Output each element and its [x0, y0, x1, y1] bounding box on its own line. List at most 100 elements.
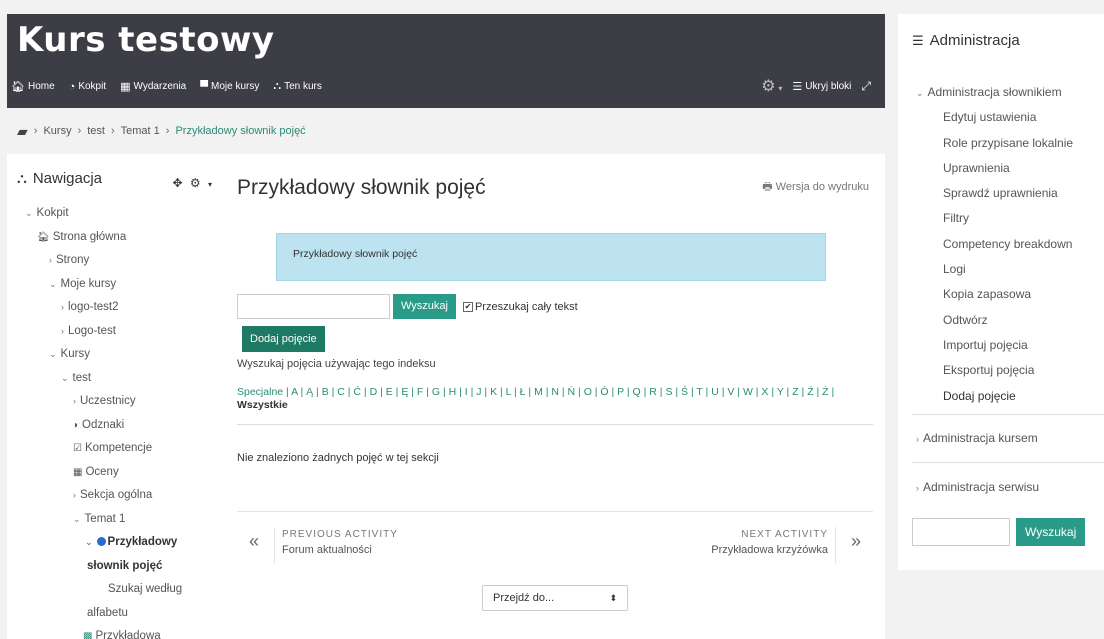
nav-item-courses[interactable]: ⌄ Kursy	[7, 343, 226, 367]
nav-my-courses[interactable]: ▀ Moje kursy	[200, 80, 259, 93]
letter-link[interactable]: H	[449, 386, 457, 398]
home-icon: 🏠︎	[11, 81, 25, 93]
nav-dashboard[interactable]: ◔ Kokpit	[69, 80, 106, 93]
admin-search-input[interactable]	[912, 518, 1010, 546]
letter-link[interactable]: W	[743, 386, 753, 398]
nav-item-browse-alpha-cont[interactable]: alfabetu	[7, 602, 226, 626]
add-entry-button[interactable]: Dodaj pojęcie	[242, 326, 325, 352]
letter-link[interactable]: G	[432, 386, 440, 398]
letter-link[interactable]: M	[534, 386, 543, 398]
letter-link[interactable]: B	[322, 386, 329, 398]
chevron-down-icon[interactable]: ▾	[208, 180, 214, 189]
nav-item-participants[interactable]: › Uczestnicy	[7, 390, 226, 414]
letter-link[interactable]: Ó	[600, 386, 608, 398]
letter-link[interactable]: Ś	[681, 386, 688, 398]
letter-link[interactable]: Z	[792, 386, 798, 398]
letter-link[interactable]: O	[584, 386, 592, 398]
admin-item-10[interactable]: Eksportuj pojęcia	[898, 358, 1104, 383]
admin-item-1[interactable]: Role przypisane lokalnie	[898, 131, 1104, 156]
letter-link[interactable]: I	[465, 386, 468, 398]
nav-item-badges[interactable]: ◗ Odznaki	[7, 414, 226, 438]
admin-item-9[interactable]: Importuj pojęcia	[898, 333, 1104, 358]
nav-item-competencies[interactable]: ☑ Kompetencje	[7, 437, 226, 461]
admin-search-button[interactable]: Wyszukaj	[1016, 518, 1086, 546]
nav-item-kokpit[interactable]: ⌄ Kokpit	[7, 202, 226, 226]
search-input[interactable]	[237, 294, 390, 319]
letter-link[interactable]: A	[291, 386, 297, 398]
letter-link[interactable]: Ą	[306, 386, 313, 398]
letter-link[interactable]: Ę	[401, 386, 408, 398]
admin-item-6[interactable]: Logi	[898, 257, 1104, 282]
nav-this-course[interactable]: ⛬ Ten kurs	[273, 80, 322, 93]
search-button[interactable]: Wyszukaj	[393, 294, 456, 319]
nav-item-strony[interactable]: › Strony	[7, 249, 226, 273]
hide-blocks-button[interactable]: ☰ Ukryj bloki	[792, 80, 851, 93]
nav-item-logo-test[interactable]: › Logo-test	[7, 320, 226, 344]
nav-item-my-courses[interactable]: ⌄ Moje kursy	[7, 273, 226, 297]
nav-item-home[interactable]: 🏠︎ Strona główna	[7, 226, 226, 250]
letter-link[interactable]: U	[711, 386, 719, 398]
double-chevron-left-icon: «	[249, 531, 260, 551]
admin-site-group[interactable]: › Administracja serwisu	[916, 480, 1039, 494]
letter-link[interactable]: C	[337, 386, 345, 398]
breadcrumb-test[interactable]: test	[87, 125, 105, 137]
letter-link[interactable]: Ź	[807, 386, 813, 398]
nav-item-grades[interactable]: ▦ Oceny	[7, 461, 226, 485]
nav-item-test[interactable]: ⌄ test	[7, 367, 226, 391]
letter-link[interactable]: P	[617, 386, 624, 398]
print-link[interactable]: 🖶 Wersja do wydruku	[762, 178, 869, 197]
nav-item-topic-1[interactable]: ⌄ Temat 1	[7, 508, 226, 532]
nav-item-browse-alpha[interactable]: Szukaj według	[7, 578, 226, 602]
letter-link[interactable]: J	[476, 386, 481, 398]
previous-activity-link[interactable]: « PREVIOUS ACTIVITY Forum aktualności	[237, 519, 537, 569]
letter-link[interactable]: N	[551, 386, 559, 398]
letter-link[interactable]: X	[761, 386, 768, 398]
nav-events[interactable]: ▦ Wydarzenia	[120, 80, 186, 93]
admin-item-0[interactable]: Edytuj ustawienia	[898, 105, 1104, 130]
list-icon: ☰	[792, 80, 803, 93]
admin-item-4[interactable]: Filtry	[898, 206, 1104, 231]
breadcrumb-current[interactable]: Przykładowy słownik pojęć	[175, 125, 305, 137]
letter-link[interactable]: Ł	[520, 386, 526, 398]
letter-link[interactable]: V	[727, 386, 734, 398]
admin-item-3[interactable]: Sprawdź uprawnienia	[898, 181, 1104, 206]
letter-link[interactable]: S	[665, 386, 672, 398]
nav-item-crossword[interactable]: ▩ Przykładowa	[7, 625, 226, 639]
fullscreen-icon[interactable]: ⤢	[861, 79, 871, 94]
letter-link[interactable]: F	[417, 386, 423, 398]
breadcrumb-topic[interactable]: Temat 1	[121, 125, 160, 137]
letter-link[interactable]: Q	[633, 386, 641, 398]
letter-link[interactable]: Specjalne	[237, 386, 283, 398]
nav-home[interactable]: 🏠︎ Home	[11, 80, 55, 93]
fulltext-checkbox[interactable]: ✔	[462, 301, 473, 312]
fulltext-toggle[interactable]: ✔ Przeszukaj cały tekst	[462, 301, 578, 313]
settings-menu[interactable]: ⚙ ▾	[761, 76, 782, 96]
breadcrumb-kursy[interactable]: Kursy	[43, 125, 71, 137]
site-title[interactable]: Kurs testowy	[17, 20, 275, 60]
nav-item-general-section[interactable]: › Sekcja ogólna	[7, 484, 226, 508]
nav-item-glossary-cont[interactable]: słownik pojęć	[7, 555, 226, 579]
letter-link[interactable]: E	[386, 386, 393, 398]
letter-link[interactable]: Ć	[353, 386, 361, 398]
letter-link[interactable]: K	[490, 386, 497, 398]
nav-item-logo-test2[interactable]: › logo-test2	[7, 296, 226, 320]
letter-link[interactable]: Y	[777, 386, 784, 398]
letter-link[interactable]: L	[506, 386, 511, 398]
move-icon[interactable]: ✥	[172, 176, 184, 190]
admin-glossary-group[interactable]: ⌄ Administracja słownikiem	[898, 80, 1104, 105]
admin-item-5[interactable]: Competency breakdown	[898, 232, 1104, 257]
nav-item-glossary[interactable]: ⌄ Przykładowy	[7, 531, 226, 555]
letter-link[interactable]: D	[370, 386, 378, 398]
admin-item-11[interactable]: Dodaj pojęcie	[898, 384, 1104, 409]
letter-link[interactable]: Ż	[822, 386, 828, 398]
gear-icon[interactable]: ⚙	[190, 176, 203, 190]
admin-item-8[interactable]: Odtwórz	[898, 308, 1104, 333]
admin-item-2[interactable]: Uprawnienia	[898, 156, 1104, 181]
next-activity-link[interactable]: » NEXT ACTIVITY Przykładowa krzyżówka	[573, 519, 873, 569]
letter-link[interactable]: T	[696, 386, 702, 398]
letter-link[interactable]: R	[649, 386, 657, 398]
jump-to-select[interactable]: Przejdź do... ⬍	[482, 585, 628, 611]
admin-item-7[interactable]: Kopia zapasowa	[898, 282, 1104, 307]
admin-course-group[interactable]: › Administracja kursem	[916, 431, 1038, 445]
letter-link[interactable]: Ń	[568, 386, 576, 398]
